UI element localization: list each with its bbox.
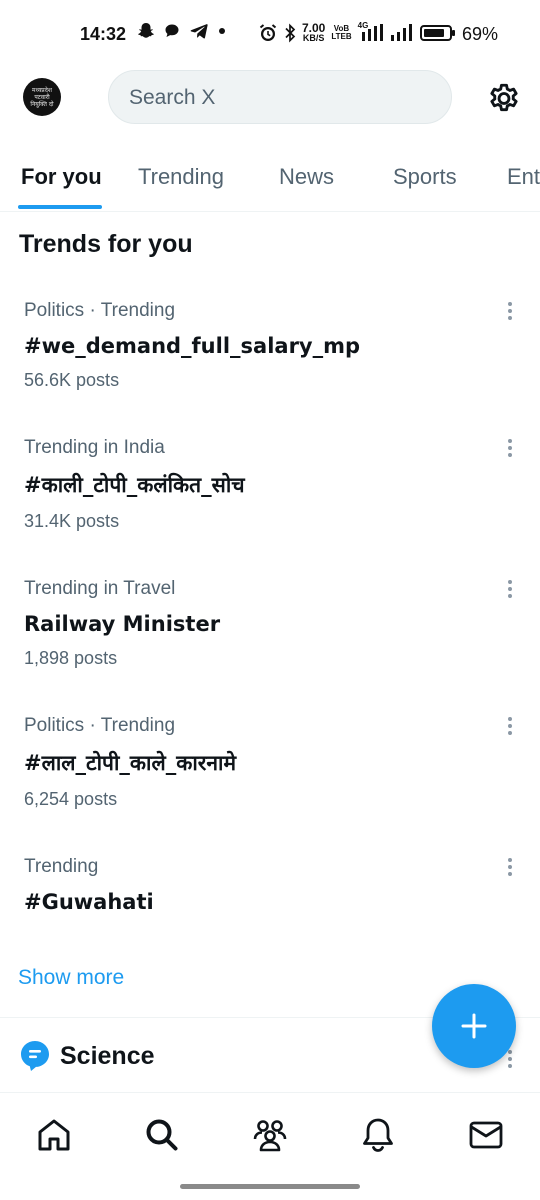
signal-4g: 4G bbox=[358, 21, 384, 43]
topic-bubble-icon bbox=[21, 1041, 49, 1071]
trend-item[interactable]: Trending in Travel Railway Minister 1,89… bbox=[0, 578, 540, 678]
gesture-home-bar[interactable] bbox=[180, 1184, 360, 1189]
trend-meta: Trending in Travel bbox=[24, 578, 176, 599]
battery-icon bbox=[419, 24, 455, 41]
trend-meta: Politics · Trending bbox=[24, 715, 176, 736]
tab-news[interactable]: News bbox=[279, 164, 334, 190]
avatar-text-line: मध्यप्रदेश bbox=[31, 86, 52, 94]
bluetooth-icon bbox=[285, 22, 296, 43]
active-tab-indicator bbox=[18, 205, 102, 209]
show-more-link[interactable]: Show more bbox=[18, 966, 124, 990]
avatar-text-line: नियुक्ति दो bbox=[30, 100, 54, 108]
avatar-text-line: पटवारी bbox=[34, 93, 50, 101]
plus-icon bbox=[461, 1013, 487, 1039]
more-options-icon[interactable] bbox=[500, 300, 520, 324]
trend-item[interactable]: Politics · Trending #लाल_टोपी_काले_कारना… bbox=[0, 715, 540, 815]
snapchat-icon bbox=[138, 23, 154, 38]
trend-name: #काली_टोपी_कलंकित_सोच bbox=[24, 473, 245, 497]
search-box[interactable] bbox=[108, 70, 452, 125]
trend-name: #लाल_टोपी_काले_कारनामे bbox=[24, 751, 237, 775]
home-icon[interactable] bbox=[34, 1115, 74, 1155]
system-icons: 7.00 KB/S VoB LTEB 4G bbox=[258, 21, 456, 43]
dot-icon bbox=[219, 28, 225, 34]
status-bar: 14:32 7.00 KB/S VoB LTEB 4G 69% bbox=[0, 0, 540, 70]
tab-entertainment[interactable]: Ent bbox=[507, 164, 540, 190]
search-input[interactable] bbox=[127, 71, 431, 125]
tab-bar: For you Trending News Sports Ent bbox=[0, 150, 540, 212]
signal-bars-icon bbox=[361, 23, 383, 41]
avatar-text: मध्यप्रदेश पटवारी नियुक्ति दो bbox=[30, 87, 53, 108]
net-speed-unit: KB/S bbox=[302, 33, 325, 43]
tab-for-you[interactable]: For you bbox=[21, 164, 102, 190]
notification-icons bbox=[138, 22, 226, 40]
status-time: 14:32 bbox=[80, 24, 127, 44]
section-title: Trends for you bbox=[19, 230, 193, 258]
trend-item[interactable]: Trending in India #काली_टोपी_कलंकित_सोच … bbox=[0, 437, 540, 537]
chat-bubble-icon bbox=[165, 24, 179, 37]
net-speed: 7.00 KB/S bbox=[302, 22, 325, 43]
trend-name: Railway Minister bbox=[24, 612, 221, 636]
trend-item[interactable]: Politics · Trending #we_demand_full_sala… bbox=[0, 300, 540, 400]
topic-title[interactable]: Science bbox=[60, 1042, 155, 1071]
telegram-icon bbox=[190, 24, 208, 39]
gear-icon[interactable] bbox=[486, 80, 522, 116]
search-icon[interactable] bbox=[142, 1115, 182, 1155]
mail-icon[interactable] bbox=[466, 1115, 506, 1155]
compose-button[interactable] bbox=[432, 984, 516, 1068]
signal-bars-2-icon bbox=[390, 23, 412, 41]
trend-item[interactable]: Trending #Guwahati bbox=[0, 856, 540, 926]
trend-count: 1,898 posts bbox=[24, 648, 118, 668]
communities-icon[interactable] bbox=[250, 1115, 290, 1155]
trend-meta: Trending in India bbox=[24, 437, 165, 458]
avatar[interactable]: मध्यप्रदेश पटवारी नियुक्ति दो bbox=[23, 78, 61, 116]
more-options-icon[interactable] bbox=[500, 578, 520, 602]
battery-percent: 69% bbox=[462, 24, 499, 44]
trend-name: #Guwahati bbox=[24, 890, 154, 914]
more-options-icon[interactable] bbox=[500, 437, 520, 461]
trend-meta: Trending bbox=[24, 856, 99, 877]
tab-sports[interactable]: Sports bbox=[393, 164, 457, 190]
alarm-icon bbox=[259, 23, 277, 41]
trend-count: 56.6K posts bbox=[24, 370, 120, 390]
more-options-icon[interactable] bbox=[500, 715, 520, 739]
trend-count: 31.4K posts bbox=[24, 511, 120, 531]
trend-count: 6,254 posts bbox=[24, 789, 118, 809]
tab-trending[interactable]: Trending bbox=[138, 164, 224, 190]
more-options-icon[interactable] bbox=[500, 856, 520, 880]
bell-icon[interactable] bbox=[358, 1115, 398, 1155]
volte-indicator: VoB LTEB bbox=[331, 24, 352, 41]
volte-bottom: LTEB bbox=[331, 31, 352, 41]
trend-name: #we_demand_full_salary_mp bbox=[24, 334, 361, 358]
bottom-nav bbox=[0, 1092, 540, 1177]
trend-meta: Politics · Trending bbox=[24, 300, 176, 321]
